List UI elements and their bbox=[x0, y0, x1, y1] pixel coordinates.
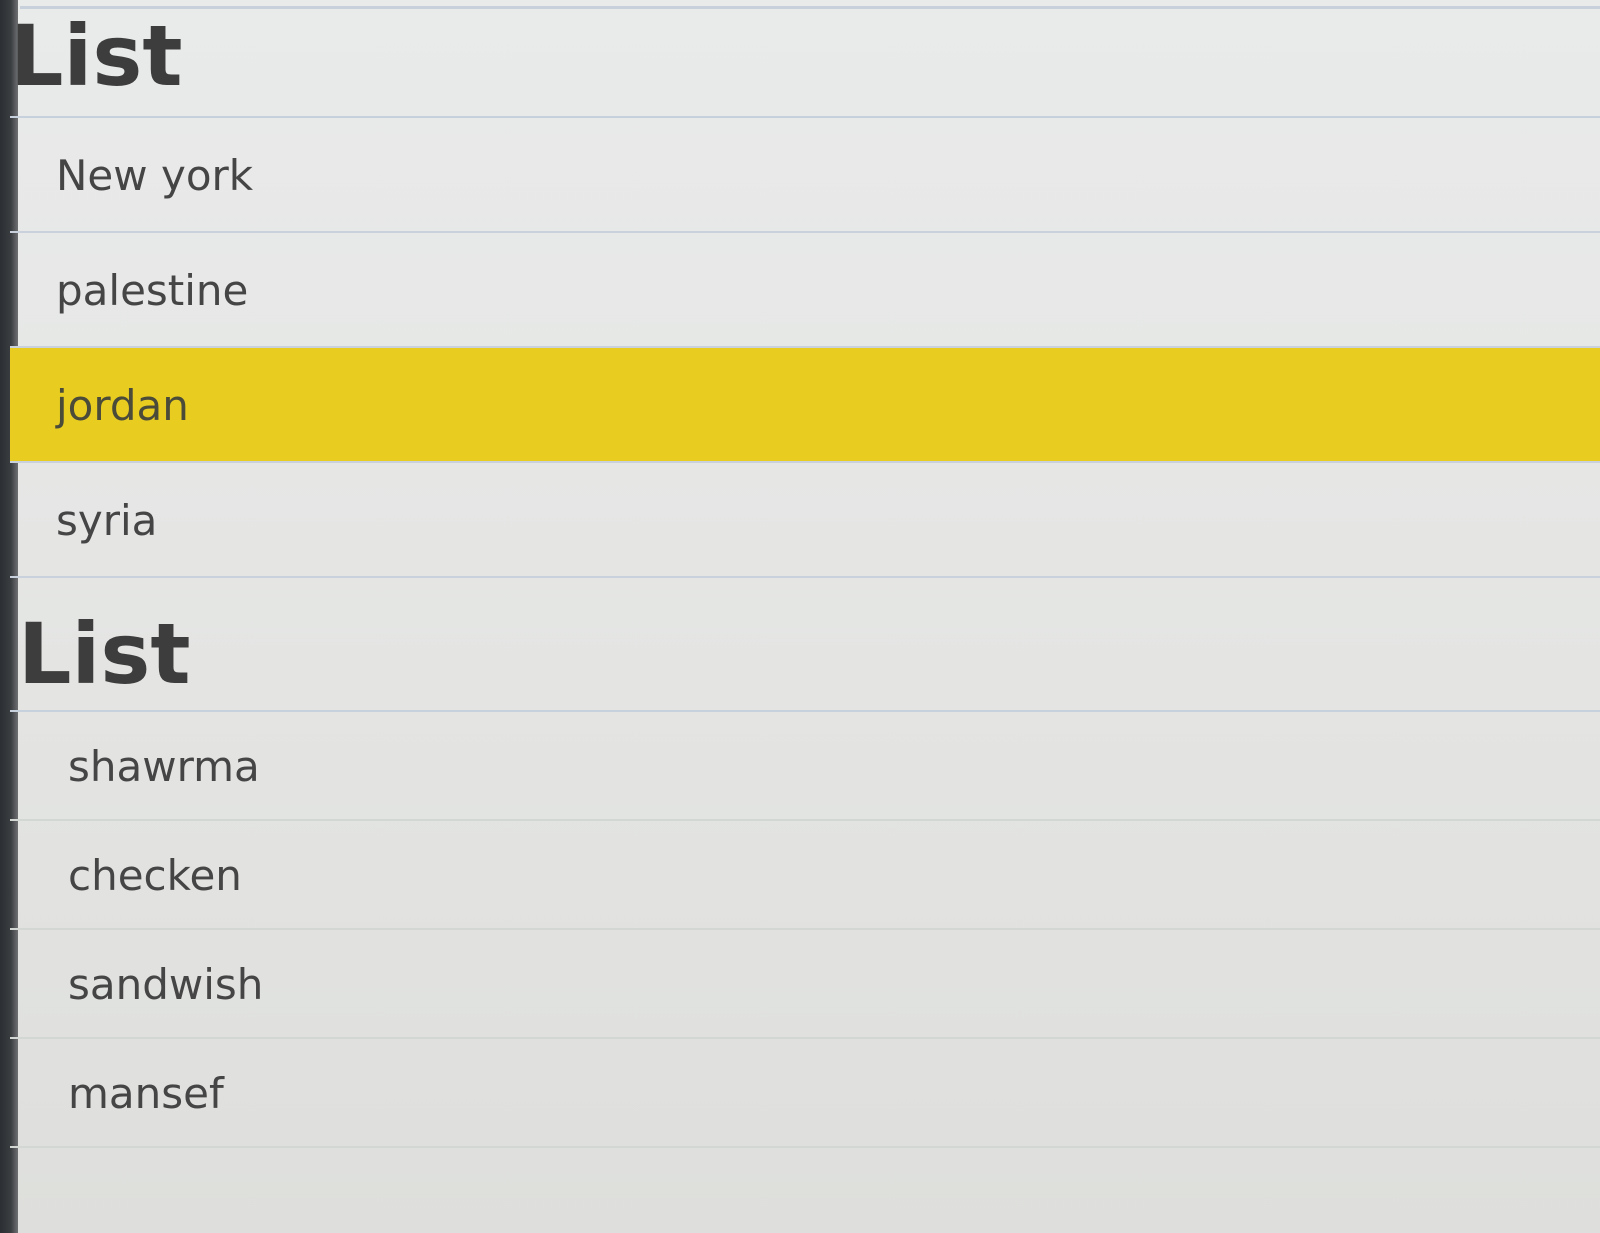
list-group-foods: shawrma checken sandwish mansef bbox=[10, 712, 1600, 1148]
list-item-new-york[interactable]: New york bbox=[10, 118, 1600, 233]
list-item-jordan-highlighted[interactable]: jordan bbox=[10, 348, 1600, 463]
list-item-sandwish[interactable]: sandwish bbox=[10, 930, 1600, 1039]
list-heading: List bbox=[10, 0, 1600, 118]
list-heading: List bbox=[10, 598, 1600, 712]
list-item-syria[interactable]: syria bbox=[10, 463, 1600, 578]
list-section-foods: List shawrma checken sandwish mansef bbox=[10, 598, 1600, 1148]
list-item-mansef[interactable]: mansef bbox=[10, 1039, 1600, 1148]
screen: List New york palestine jordan syria Lis… bbox=[0, 0, 1600, 1233]
list-group-cities: New york palestine jordan syria bbox=[10, 118, 1600, 578]
list-item-shawrma[interactable]: shawrma bbox=[10, 712, 1600, 821]
list-item-palestine[interactable]: palestine bbox=[10, 233, 1600, 348]
list-section-cities: List New york palestine jordan syria bbox=[10, 0, 1600, 578]
list-item-checken[interactable]: checken bbox=[10, 821, 1600, 930]
